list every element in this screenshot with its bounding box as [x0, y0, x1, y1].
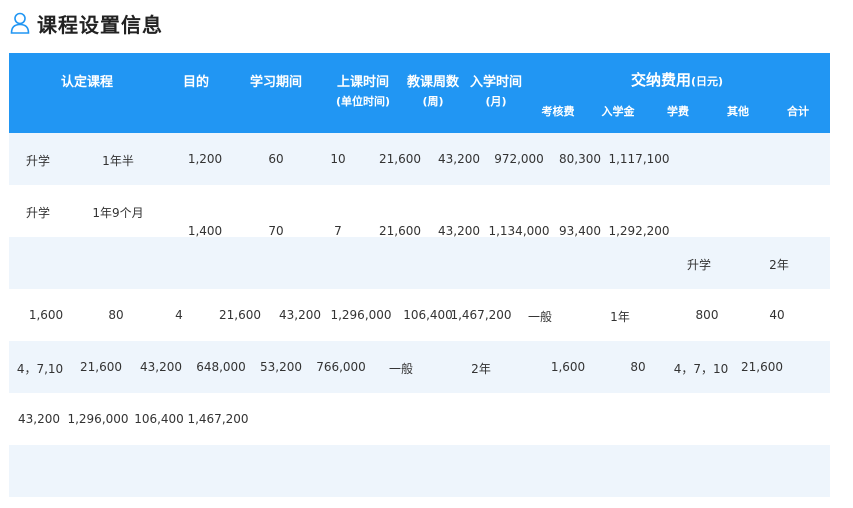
table-cell: 70	[268, 224, 284, 238]
table-cell: 1年9个月	[92, 206, 144, 220]
page-title: 课程设置信息	[10, 8, 163, 38]
table-cell: 800	[695, 308, 719, 322]
table-cell: 2年	[471, 362, 491, 376]
header-fees-unit: (日元)	[690, 75, 724, 88]
header-fee-total: 合计	[787, 105, 809, 118]
user-outline-icon	[10, 12, 30, 34]
table-cell: 60	[268, 152, 284, 166]
table-cell: 43,200	[438, 152, 480, 166]
table-row	[9, 445, 830, 497]
table-cell: 升学	[25, 206, 51, 220]
table-row: 升学 1年9个月 1,400 70 7 21,600 43,200 1,134,…	[9, 185, 830, 238]
table-cell: 升学	[25, 154, 51, 168]
header-purpose: 目的	[182, 75, 210, 90]
course-table: 认定课程 目的 学习期间 上课时间 (单位时间) 教课周数 (周) 入学时间 (…	[9, 53, 830, 497]
table-cell: 1,134,000	[488, 224, 550, 238]
table-cell: 40	[769, 308, 785, 322]
table-cell: 1,400	[187, 224, 223, 238]
table-cell: 43,200	[18, 412, 60, 426]
table-header: 认定课程 目的 学习期间 上课时间 (单位时间) 教课周数 (周) 入学时间 (…	[9, 53, 830, 133]
table-row: 升学 2年	[9, 237, 830, 289]
header-fee-other: 其他	[727, 105, 749, 118]
header-course: 认定课程	[60, 75, 114, 90]
table-cell: 106,400	[134, 412, 184, 426]
table-cell: 一般	[388, 362, 414, 376]
table-cell: 1年	[610, 310, 630, 324]
table-cell: 1,296,000	[330, 308, 392, 322]
table-cell: 93,400	[559, 224, 601, 238]
table-cell: 106,400	[403, 308, 453, 322]
table-cell: 升学	[686, 258, 712, 272]
table-row: 43,200 1,296,000 106,400 1,467,200	[9, 393, 830, 445]
header-class-hours-unit: (单位时间)	[335, 95, 391, 108]
header-teaching-weeks: 教课周数	[406, 75, 460, 90]
table-row: 升学 1年半 1,200 60 10 21,600 43,200 972,000…	[9, 133, 830, 185]
table-cell: 1,200	[187, 152, 223, 166]
table-cell: 21,600	[379, 224, 421, 238]
table-cell: 1,292,200	[608, 224, 670, 238]
table-cell: 43,200	[140, 360, 182, 374]
table-cell: 21,600	[379, 152, 421, 166]
header-fees-group: 交纳费用(日元)	[631, 69, 723, 90]
table-cell: 7	[334, 224, 342, 238]
table-cell: 4，7，10	[673, 362, 729, 376]
table-cell: 21,600	[741, 360, 783, 374]
header-enrollment: 入学时间	[469, 75, 523, 90]
table-cell: 43,200	[279, 308, 321, 322]
header-class-hours: 上课时间	[336, 75, 390, 90]
table-cell: 80,300	[559, 152, 601, 166]
table-cell: 80	[630, 360, 646, 374]
header-fee-exam: 考核费	[541, 105, 575, 118]
table-cell: 1,467,200	[187, 412, 249, 426]
table-cell: 一般	[527, 310, 553, 324]
header-teaching-weeks-unit: (周)	[422, 95, 444, 108]
header-fee-admission: 入学金	[601, 105, 635, 118]
table-cell: 1,296,000	[67, 412, 129, 426]
page-title-text: 课程设置信息	[37, 12, 163, 37]
header-fees-title: 交纳费用	[630, 71, 691, 89]
table-cell: 648,000	[196, 360, 246, 374]
header-fee-tuition: 学费	[667, 105, 689, 118]
table-cell: 4	[175, 308, 183, 322]
table-cell: 972,000	[494, 152, 544, 166]
table-row: 1,600 80 4 21,600 43,200 1,296,000 106,4…	[9, 289, 830, 341]
table-cell: 766,000	[316, 360, 366, 374]
table-cell: 1年半	[102, 154, 134, 168]
table-cell: 4，7,10	[16, 362, 64, 376]
table-cell: 1,600	[550, 360, 586, 374]
table-cell: 53,200	[260, 360, 302, 374]
table-cell: 21,600	[219, 308, 261, 322]
table-cell: 1,117,100	[608, 152, 670, 166]
table-row: 4，7,10 21,600 43,200 648,000 53,200 766,…	[9, 341, 830, 393]
header-study-period: 学习期间	[249, 75, 303, 90]
table-cell: 1,600	[28, 308, 64, 322]
header-enrollment-unit: (月)	[485, 95, 507, 108]
table-cell: 10	[330, 152, 346, 166]
table-cell: 21,600	[80, 360, 122, 374]
table-cell: 43,200	[438, 224, 480, 238]
table-cell: 2年	[769, 258, 789, 272]
table-cell: 1,467,200	[450, 308, 512, 322]
table-cell: 80	[108, 308, 124, 322]
